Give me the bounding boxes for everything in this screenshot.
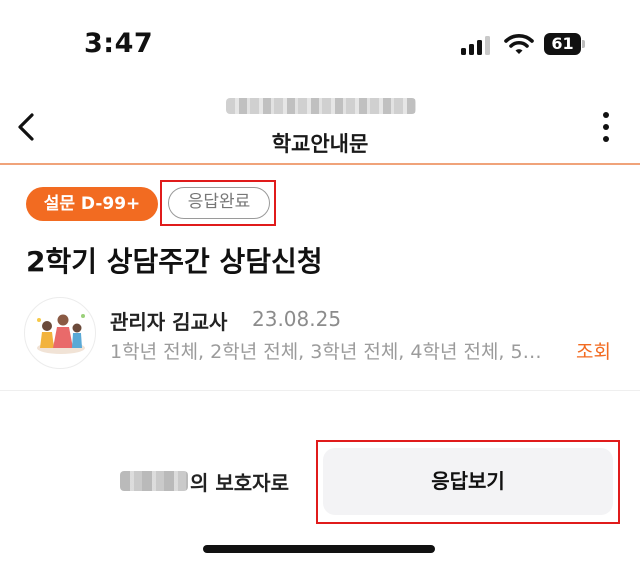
avatar	[24, 297, 96, 369]
page-title: 학교안내문	[271, 132, 369, 156]
wifi-icon	[504, 33, 534, 55]
cellular-signal-icon	[461, 36, 493, 55]
vertical-dots-icon	[603, 112, 609, 118]
target-audience: 1학년 전체, 2학년 전체, 3학년 전체, 4학년 전체, 5학년 전체, …	[110, 341, 552, 363]
view-response-button[interactable]: 응답보기	[323, 448, 613, 515]
redacted-student-name	[120, 471, 188, 491]
response-status-badge: 응답완료	[168, 187, 270, 219]
app-header: 학교안내문	[0, 88, 640, 164]
more-options-button[interactable]	[596, 112, 616, 148]
guardian-label: 의 보호자로	[120, 468, 289, 495]
respond-highlight-box: 응답보기	[316, 440, 620, 524]
header-divider	[0, 163, 640, 165]
guardian-label-text: 의 보호자로	[190, 470, 289, 495]
author-name: 관리자 김교사	[110, 310, 228, 334]
redacted-school-name	[226, 98, 416, 114]
survey-deadline-badge: 설문 D-99+	[26, 187, 158, 221]
status-bar: 3:47 61	[0, 0, 640, 80]
section-divider	[0, 390, 640, 391]
battery-level: 61	[544, 33, 581, 55]
view-readers-link[interactable]: 조회	[576, 337, 611, 364]
status-highlight-box: 응답완료	[160, 180, 276, 226]
status-time: 3:47	[84, 28, 154, 59]
notice-title: 2학기 상담주간 상담신청	[26, 245, 323, 278]
home-indicator[interactable]	[203, 545, 435, 553]
battery-icon: 61	[544, 33, 585, 55]
post-date: 23.08.25	[252, 307, 342, 331]
